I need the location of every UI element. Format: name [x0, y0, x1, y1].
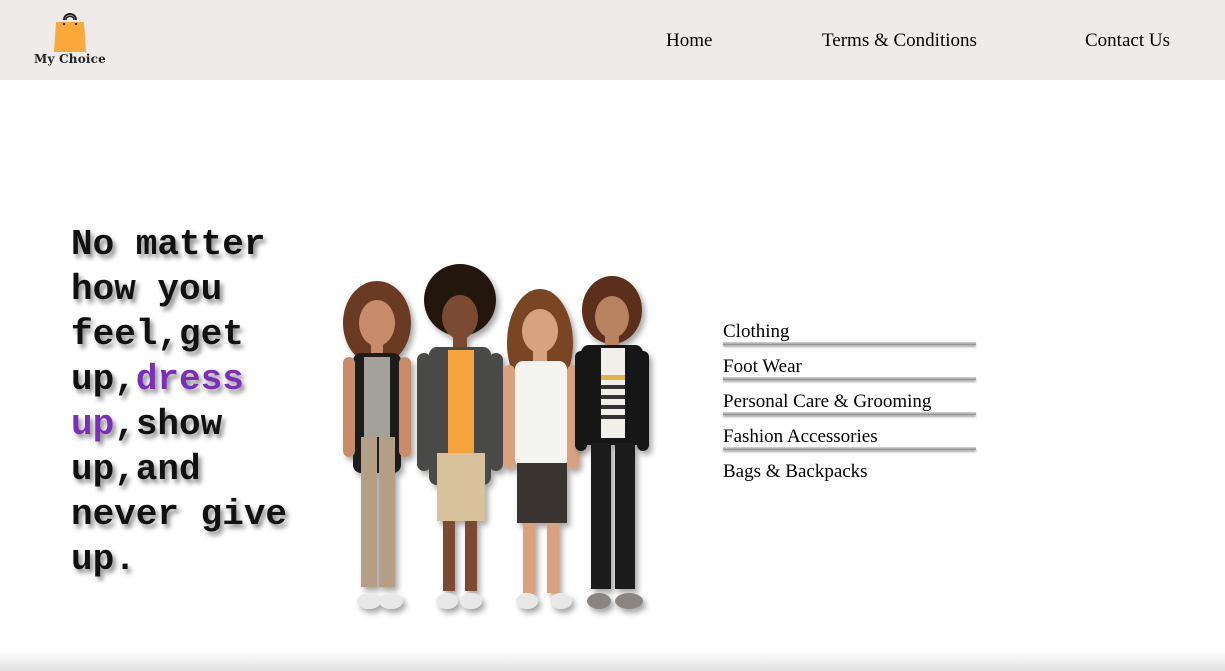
category-item-fashion-accessories[interactable]: Fashion Accessories: [723, 425, 978, 460]
category-item-personal-care[interactable]: Personal Care & Grooming: [723, 390, 978, 425]
hero-tagline: No matter how you feel,get up,dress up,s…: [71, 222, 301, 582]
category-label: Bags & Backpacks: [723, 461, 868, 482]
bottom-shadow: [0, 651, 1225, 671]
shopping-bag-icon: [54, 13, 86, 52]
category-divider: [723, 342, 976, 345]
category-label: Fashion Accessories: [723, 426, 878, 447]
category-list: Clothing Foot Wear Personal Care & Groom…: [723, 320, 978, 495]
category-divider: [723, 447, 976, 450]
category-item-clothing[interactable]: Clothing: [723, 320, 978, 355]
category-item-footwear[interactable]: Foot Wear: [723, 355, 978, 390]
category-divider: [723, 412, 976, 415]
logo-text: My Choice: [33, 52, 106, 66]
logo[interactable]: My Choice: [30, 10, 110, 72]
category-label: Personal Care & Grooming: [723, 391, 932, 412]
nav-contact-link[interactable]: Contact Us: [1085, 30, 1170, 52]
category-label: Foot Wear: [723, 356, 802, 377]
category-divider: [723, 377, 976, 380]
nav-home-link[interactable]: Home: [666, 30, 712, 52]
kids-group-image: [343, 264, 649, 609]
nav-terms-link[interactable]: Terms & Conditions: [822, 30, 977, 52]
site-header: My Choice Home Terms & Conditions Contac…: [0, 0, 1225, 80]
category-item-bags[interactable]: Bags & Backpacks: [723, 460, 978, 495]
category-label: Clothing: [723, 321, 790, 342]
